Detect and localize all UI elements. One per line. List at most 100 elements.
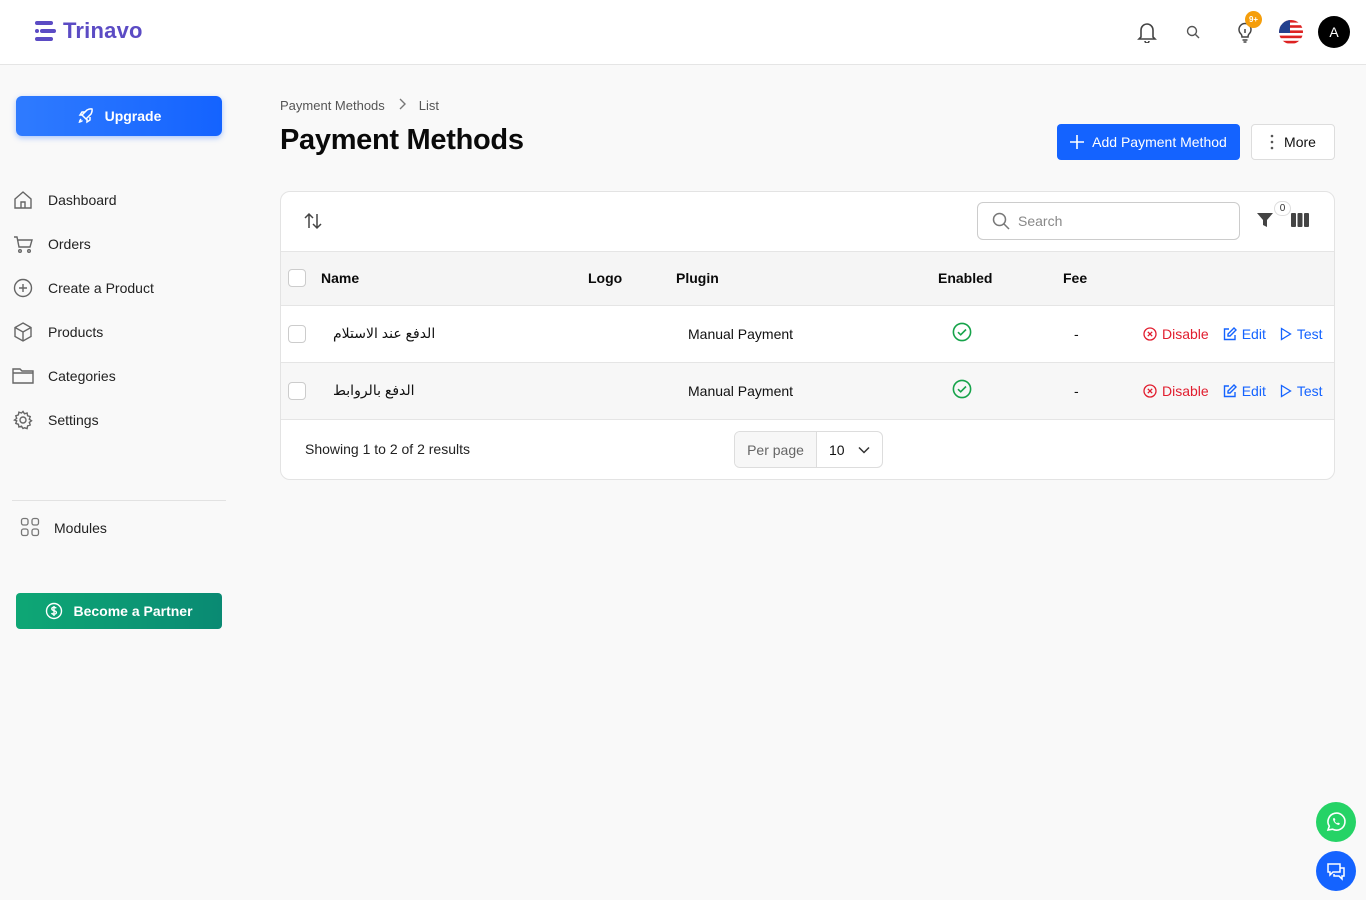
sidebar-item-products[interactable]: Products [12,310,232,354]
whatsapp-icon [1326,812,1346,832]
bell-icon[interactable] [1130,15,1164,49]
table-toolbar: 0 [281,192,1334,252]
test-action[interactable]: Test [1280,326,1323,342]
become-partner-button[interactable]: Become a Partner [16,593,222,629]
lightbulb-icon[interactable]: 9+ [1228,11,1262,49]
columns-icon[interactable] [1290,212,1310,231]
folder-icon [12,365,34,387]
sidebar-item-categories[interactable]: Categories [12,354,232,398]
row-logo [588,305,676,362]
results-summary: Showing 1 to 2 of 2 results [305,441,470,457]
home-icon [12,189,34,211]
select-all-checkbox[interactable] [288,269,306,288]
brand-logo[interactable]: Trinavo [33,18,143,44]
top-bar: Trinavo 9+ A [0,0,1366,65]
search-icon [992,212,1010,230]
row-name: الدفع بالروابط [333,382,415,398]
row-checkbox[interactable] [288,381,306,400]
sidebar-item-label: Dashboard [48,192,117,208]
disable-action[interactable]: Disable [1143,383,1209,399]
chevron-down-icon [858,446,870,454]
table-row[interactable]: الدفع عند الاستلام Manual Payment - Disa… [281,305,1334,362]
disable-label: Disable [1162,325,1209,342]
row-plugin: Manual Payment [688,325,794,342]
chevron-right-icon [397,98,407,113]
row-name: الدفع عند الاستلام [333,325,436,341]
sidebar-item-label: Create a Product [48,280,154,296]
row-checkbox[interactable] [288,324,306,343]
x-circle-icon [1143,383,1157,398]
column-header-fee[interactable]: Fee [1063,252,1143,306]
column-header-actions [1143,252,1334,306]
row-logo [588,362,676,419]
sidebar-item-settings[interactable]: Settings [12,398,232,442]
avatar[interactable]: A [1318,16,1350,48]
sidebar: Upgrade Dashboard Orders Create a Produc… [0,65,240,900]
more-button-label: More [1284,134,1316,150]
tips-badge: 9+ [1245,11,1262,28]
payment-methods-table: Name Logo Plugin Enabled Fee الدفع عند ا… [281,252,1334,420]
chat-icon [1327,863,1345,881]
table-header-row: Name Logo Plugin Enabled Fee [281,252,1334,306]
breadcrumb: Payment Methods List [280,98,439,113]
chat-support-button[interactable] [1316,851,1356,891]
edit-label: Edit [1241,325,1266,342]
add-payment-method-button[interactable]: Add Payment Method [1057,124,1240,160]
column-header-name[interactable]: Name [321,252,588,306]
test-label: Test [1296,382,1323,399]
payment-methods-table-card: 0 Name Logo Plugin Enabled Fee الدفع عند… [280,191,1335,480]
edit-icon [1223,383,1237,397]
column-header-plugin[interactable]: Plugin [676,252,938,306]
per-page-select[interactable]: Per page 10 [734,431,883,468]
test-action[interactable]: Test [1280,383,1323,399]
sidebar-item-label: Settings [48,412,99,428]
upgrade-label: Upgrade [104,108,162,124]
play-icon [1280,383,1292,398]
sidebar-item-label: Orders [48,236,91,252]
filter-count-badge: 0 [1274,201,1291,216]
per-page-label: Per page [735,432,817,467]
plus-icon [1070,135,1085,149]
search-input[interactable] [1018,213,1218,229]
sidebar-item-orders[interactable]: Orders [12,222,232,266]
sidebar-divider [12,500,226,501]
edit-label: Edit [1241,382,1266,399]
modules-label: Modules [54,520,107,536]
more-button[interactable]: More [1251,124,1335,160]
test-label: Test [1296,325,1323,342]
cart-icon [12,233,34,255]
breadcrumb-current: List [418,98,440,113]
sidebar-item-modules[interactable]: Modules [20,516,107,540]
sidebar-item-dashboard[interactable]: Dashboard [12,178,232,222]
check-circle-icon [952,322,972,345]
column-header-logo[interactable]: Logo [588,252,676,306]
box-icon [12,321,34,343]
search-icon[interactable] [1176,15,1210,49]
logo-icon [35,21,56,41]
sidebar-item-label: Products [48,324,104,340]
rocket-icon [78,108,93,124]
whatsapp-button[interactable] [1316,802,1356,842]
x-circle-icon [1143,326,1157,341]
disable-action[interactable]: Disable [1143,326,1209,342]
grid-icon [20,517,40,540]
edit-action[interactable]: Edit [1223,383,1266,399]
column-header-enabled[interactable]: Enabled [938,252,1063,306]
us-flag-icon[interactable] [1274,15,1308,49]
gear-icon [12,409,34,431]
page-title: Payment Methods [280,124,524,156]
upgrade-button[interactable]: Upgrade [16,96,222,136]
sidebar-item-label: Categories [48,368,116,384]
breadcrumb-parent[interactable]: Payment Methods [280,98,385,113]
sort-icon[interactable] [303,211,323,234]
edit-action[interactable]: Edit [1223,326,1266,342]
per-page-value: 10 [829,441,845,458]
vertical-dots-icon [1270,134,1274,150]
filter-icon[interactable] [1256,211,1274,232]
sidebar-item-create-product[interactable]: Create a Product [12,266,232,310]
table-footer: Showing 1 to 2 of 2 results Per page 10 [281,418,1334,479]
table-row[interactable]: الدفع بالروابط Manual Payment - Disable [281,362,1334,419]
row-fee: - [1074,325,1079,342]
plus-circle-icon [12,277,34,299]
sidebar-nav: Dashboard Orders Create a Product Produc… [12,178,232,442]
